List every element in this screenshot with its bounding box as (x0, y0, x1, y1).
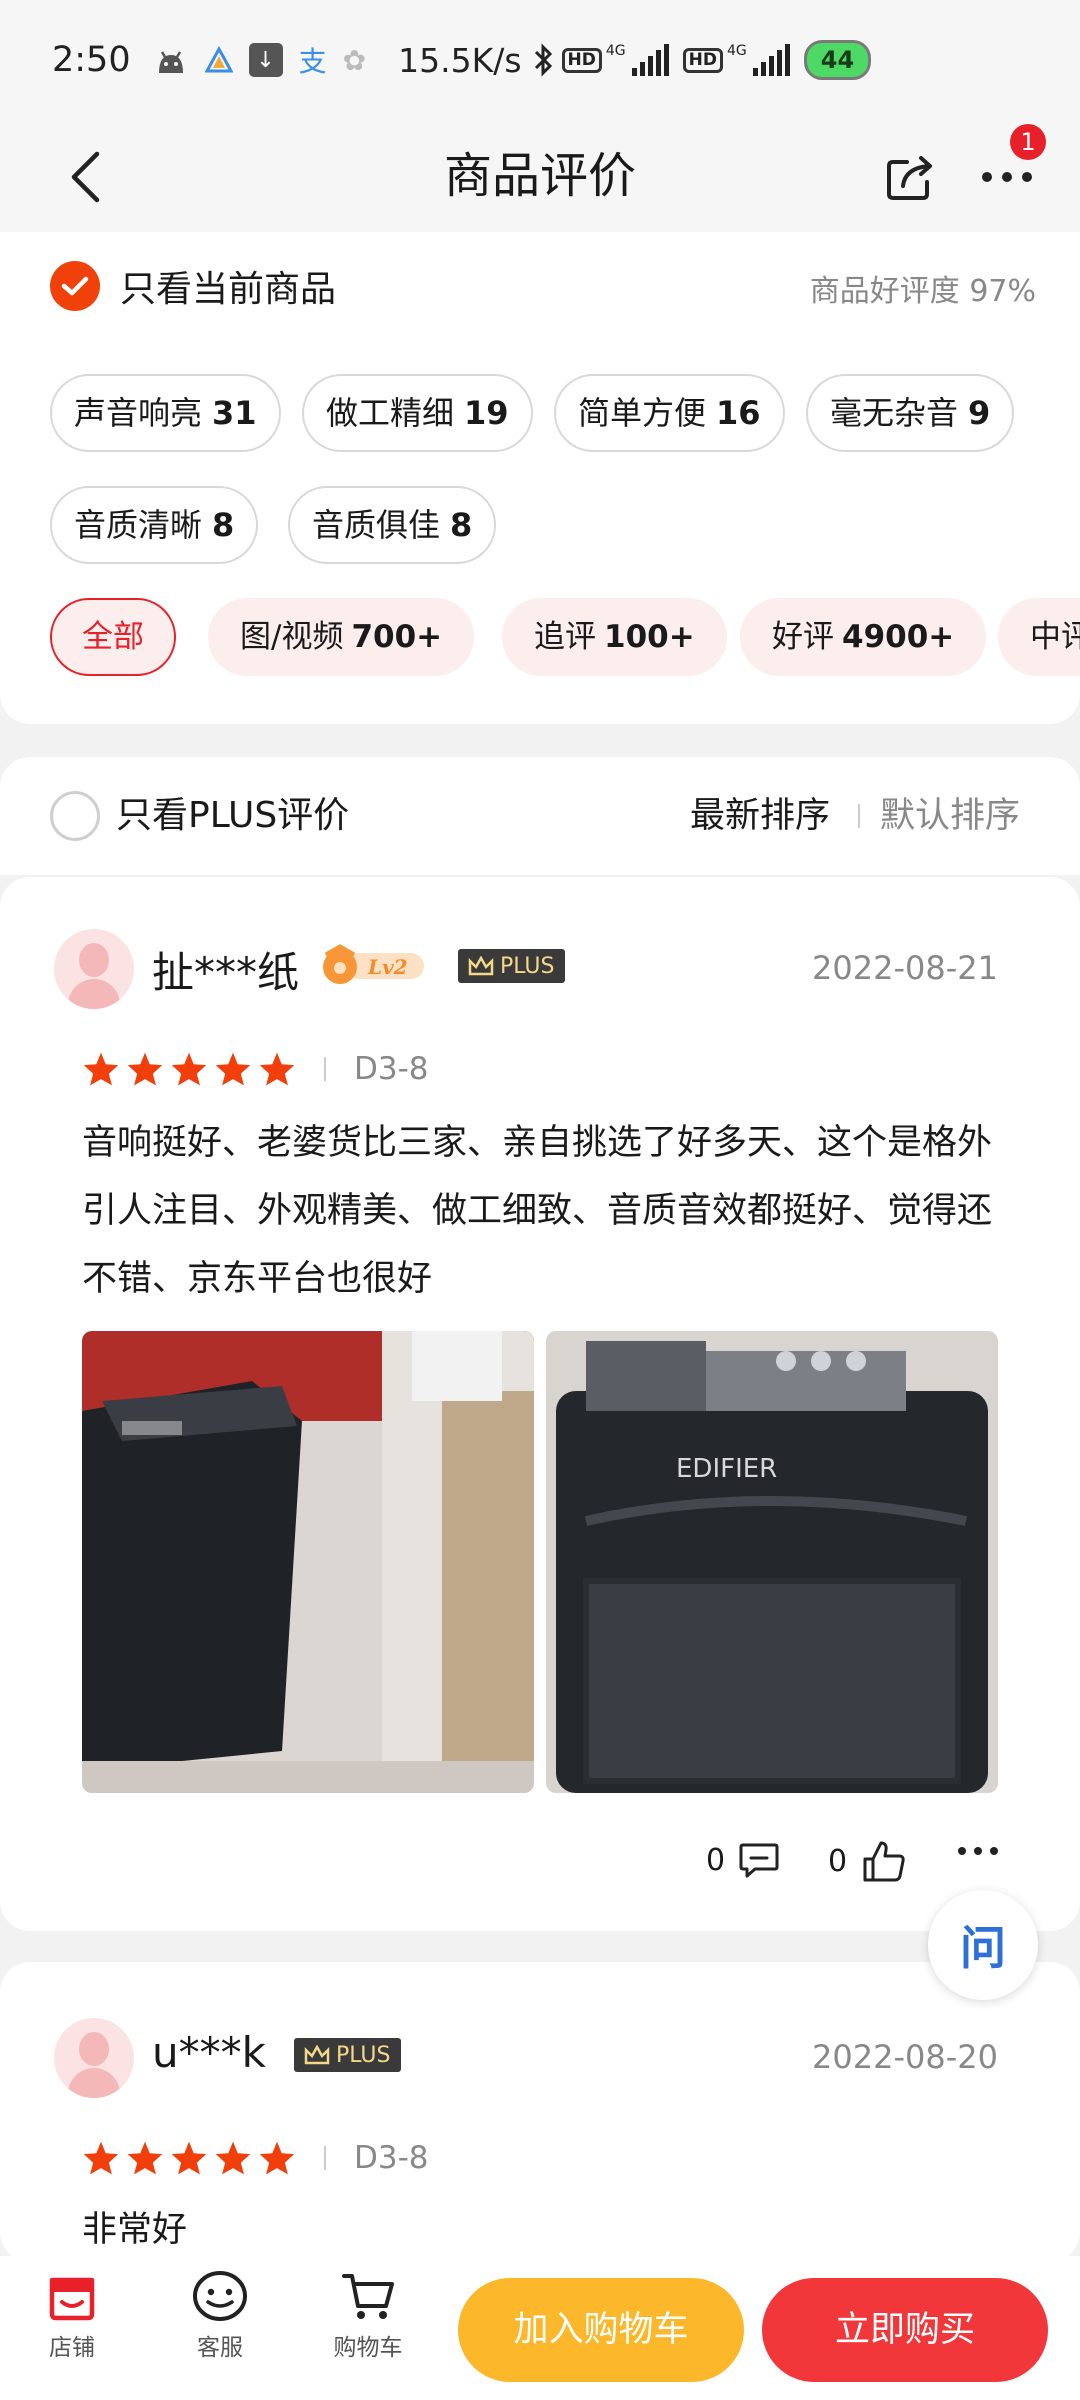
star-icon (215, 2141, 251, 2175)
notification-badge: 1 (1010, 124, 1046, 160)
star-icon (171, 1052, 207, 1086)
tag-chip[interactable]: 音质清晰 8 (50, 486, 259, 564)
more-dots-icon (958, 1847, 998, 1855)
plus-badge: PLUS (458, 949, 565, 983)
thumbs-up-icon (863, 1841, 905, 1882)
crown-icon (468, 956, 494, 976)
review-text: 音响挺好、老婆货比三家、亲自挑选了好多天、这个是格外引人注目、外观精美、做工细致… (82, 1123, 993, 1299)
cart-icon (342, 2274, 394, 2319)
filter-all[interactable]: 全部 (50, 598, 176, 676)
bottom-action-bar: 店铺 客服 购物车 加入购物车 立即购买 (0, 2256, 1080, 2400)
avatar (54, 929, 134, 1009)
page-header: 商品评价 (0, 120, 1080, 232)
share-button[interactable] (878, 142, 942, 212)
signal-bars-icon (752, 44, 790, 76)
crown-icon (304, 2045, 330, 2065)
current-product-only-toggle[interactable]: 只看当前商品 (50, 260, 336, 312)
filter-follow-up[interactable]: 追评 100+ (502, 598, 727, 676)
plus-badge: PLUS (294, 2038, 401, 2072)
review-card: 扯***纸 Lv2 PLUS 2022-08-21 D3-8 音响挺好、老婆货比… (0, 877, 1080, 1931)
shop-button[interactable]: 店铺 (22, 2270, 122, 2362)
review-photo[interactable]: EDIFIER (546, 1331, 998, 1793)
status-bar: 2:50 ↓ 支 ✿ 15.5K/s HD 4G HD 4G 44 (0, 0, 1080, 120)
sim2-signal: HD 4G (682, 44, 790, 76)
sim1-signal: HD 4G (561, 44, 669, 76)
service-label: 客服 (197, 2335, 243, 2361)
star-icon (259, 1052, 295, 1086)
ask-button[interactable]: 问 (928, 1890, 1038, 2000)
current-product-only-label: 只看当前商品 (120, 269, 337, 310)
star-icon (127, 2141, 163, 2175)
reviewer-name: u***k (152, 2028, 266, 2077)
alipay-icon: 支 (298, 45, 327, 78)
svg-text:EDIFIER: EDIFIER (676, 1454, 777, 1484)
sort-newest-button[interactable]: 最新排序 (690, 757, 830, 875)
positive-rate: 商品好评度 97% (809, 274, 1036, 309)
review-date: 2022-08-21 (812, 949, 998, 987)
plus-sort-bar: 只看PLUS评价 最新排序 默认排序 (0, 757, 1080, 875)
tag-chip[interactable]: 音质俱佳 8 (288, 486, 497, 564)
sort-default-button[interactable]: 默认排序 (880, 757, 1020, 875)
comment-action[interactable]: 0 (706, 1841, 779, 1879)
tag-chip[interactable]: 简单方便 16 (554, 374, 785, 452)
download-icon: ↓ (248, 43, 283, 77)
buy-now-button[interactable]: 立即购买 (762, 2278, 1048, 2382)
battery-indicator: 44 (803, 40, 872, 80)
like-count: 0 (828, 1843, 848, 1879)
checked-icon (50, 261, 100, 311)
flower-icon: ✿ (342, 43, 367, 77)
filter-photo-video[interactable]: 图/视频 700+ (208, 598, 475, 676)
android-icon (158, 51, 183, 73)
star-icon (259, 2141, 295, 2175)
more-dots-icon (982, 172, 1032, 182)
filter-panel: 只看当前商品 商品好评度 97% 声音响亮 31 做工精细 19 简单方便 16 毫无… (0, 232, 1080, 724)
status-time: 2:50 (52, 40, 131, 80)
network-speed: 15.5K/s (398, 40, 522, 80)
star-icon (215, 1052, 251, 1086)
tag-chip[interactable]: 做工精细 19 (302, 374, 533, 452)
app-triangle-icon (204, 46, 233, 73)
comment-icon (739, 1843, 779, 1878)
sort-divider (858, 804, 860, 828)
bluetooth-icon (534, 43, 552, 77)
star-icon (171, 2141, 207, 2175)
review-date: 2022-08-20 (812, 2038, 998, 2076)
rating-stars: D3-8 (82, 2140, 429, 2176)
reviewer-name: 扯***纸 (152, 948, 300, 997)
plus-only-label[interactable]: 只看PLUS评价 (116, 757, 349, 875)
comment-count: 0 (706, 1842, 726, 1878)
add-to-cart-button[interactable]: 加入购物车 (458, 2278, 744, 2382)
avatar (54, 2018, 134, 2098)
share-icon (887, 156, 932, 200)
tag-chip[interactable]: 声音响亮 31 (50, 374, 281, 452)
notification-icons: ↓ 支 ✿ (153, 40, 366, 80)
product-variant: D3-8 (354, 2140, 429, 2176)
signal-bars-icon (631, 44, 669, 76)
star-icon (127, 1052, 163, 1086)
shop-label: 店铺 (49, 2335, 95, 2361)
review-card: u***k PLUS 2022-08-20 D3-8 非常好 (0, 1962, 1080, 2262)
svg-text:Lv2: Lv2 (367, 955, 408, 979)
review-photo[interactable] (82, 1331, 534, 1793)
star-icon (83, 1052, 119, 1086)
filter-positive[interactable]: 好评 4900+ (740, 598, 987, 676)
rating-stars: D3-8 (82, 1051, 429, 1087)
shop-icon (49, 2277, 95, 2321)
review-text: 非常好 (82, 2210, 188, 2250)
smiley-icon (193, 2271, 247, 2321)
cart-button[interactable]: 购物车 (318, 2270, 418, 2362)
product-variant: D3-8 (354, 1051, 429, 1087)
like-action[interactable]: 0 (828, 1839, 907, 1883)
filter-neutral[interactable]: 中评 (998, 598, 1080, 676)
star-icon (83, 2141, 119, 2175)
level-badge-icon: Lv2 (323, 944, 424, 984)
tag-chip[interactable]: 毫无杂音 9 (806, 374, 1015, 452)
customer-service-button[interactable]: 客服 (170, 2270, 270, 2362)
cart-label: 购物车 (333, 2335, 403, 2361)
plus-only-radio[interactable] (50, 791, 100, 841)
review-more-button[interactable] (956, 1845, 1000, 1857)
